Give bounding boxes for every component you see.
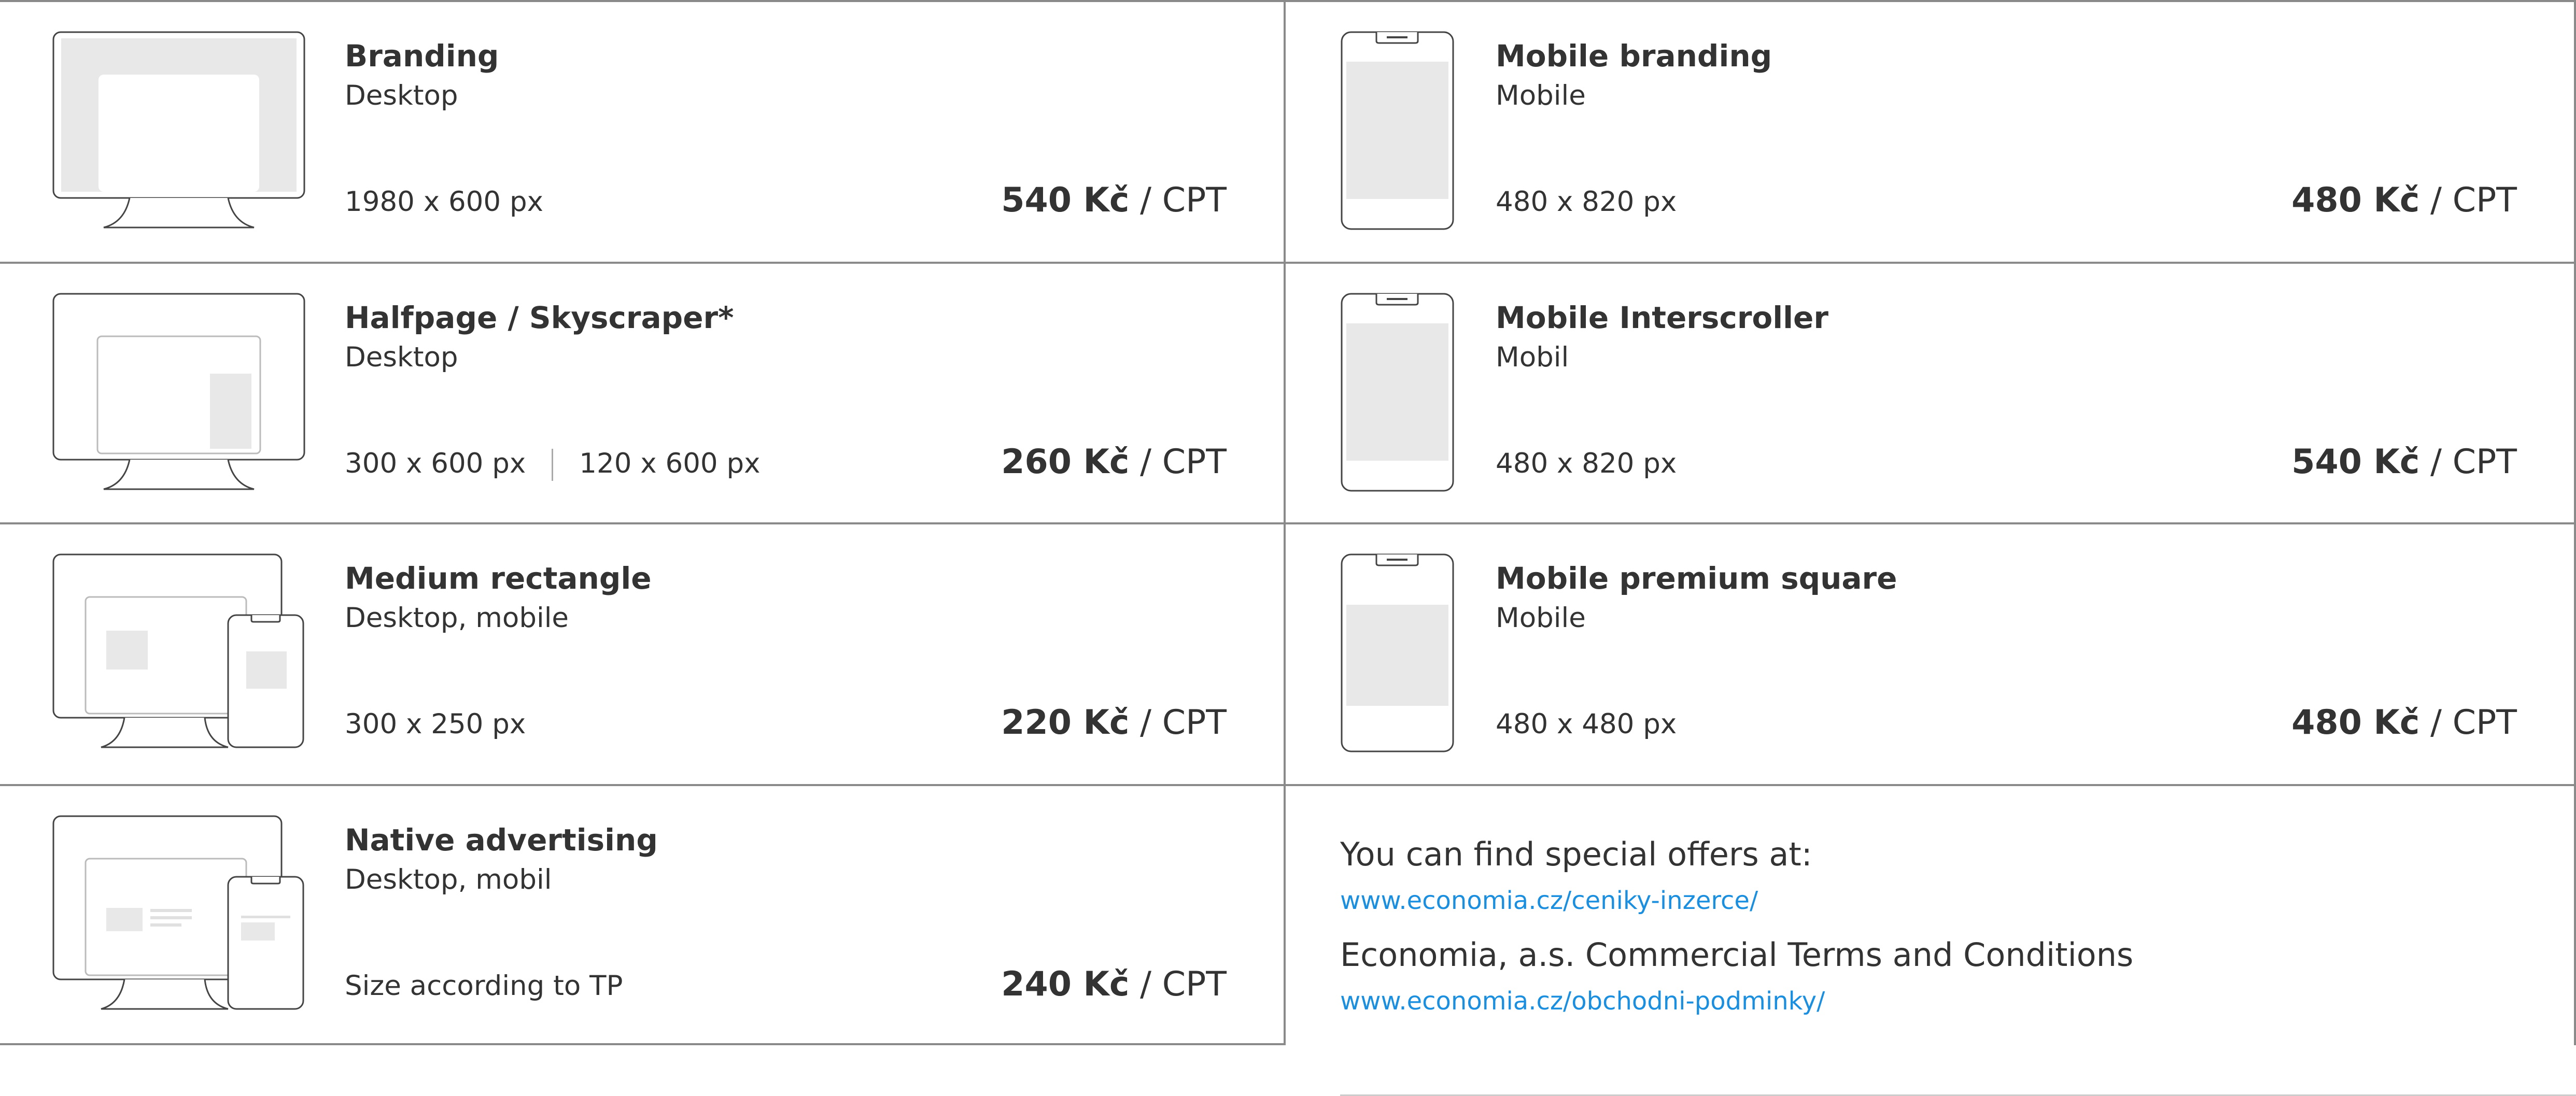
offers-heading: You can find special offers at: <box>1340 835 1812 873</box>
size-value: Size according to TP <box>345 970 623 1002</box>
mobile-square-icon <box>1341 553 1454 752</box>
price-unit: / CPT <box>1140 443 1227 481</box>
product-card-halfpage: Halfpage / Skyscraper* Desktop 300 x 600… <box>0 262 1286 522</box>
product-name: Mobile Interscroller <box>1496 300 1828 335</box>
product-name: Mobile premium square <box>1496 561 1897 596</box>
size-value: 480 x 480 px <box>1496 708 1677 740</box>
terms-link[interactable]: www.economia.cz/obchodni-podminky/ <box>1340 987 2133 1016</box>
product-platform: Desktop, mobil <box>345 864 552 895</box>
product-price: 480 Kč / CPT <box>2291 703 2517 742</box>
product-card-mobile-branding: Mobile branding Mobile 480 x 820 px 480 … <box>1286 0 2576 262</box>
price-value: 240 Kč <box>1001 965 1130 1004</box>
price-unit: / CPT <box>2430 443 2517 481</box>
product-platform: Mobile <box>1496 602 1586 634</box>
size-value: 300 x 600 px <box>345 448 526 479</box>
size-value-alt: 120 x 600 px <box>579 448 761 479</box>
offers-link[interactable]: www.economia.cz/ceniky-inzerce/ <box>1340 886 2133 915</box>
product-platform: Desktop, mobile <box>345 602 569 634</box>
size-divider <box>552 449 554 481</box>
price-unit: / CPT <box>2430 181 2517 220</box>
price-value: 540 Kč <box>1001 181 1130 220</box>
product-price: 260 Kč / CPT <box>1001 443 1227 481</box>
price-value: 540 Kč <box>2291 443 2420 481</box>
mobile-branding-icon <box>1341 31 1454 230</box>
product-name: Branding <box>345 38 499 74</box>
mobile-interscroller-icon <box>1341 293 1454 492</box>
offers-panel: You can find special offers at: www.econ… <box>1286 784 2576 1096</box>
product-size: 300 x 250 px <box>345 708 526 740</box>
price-unit: / CPT <box>1140 965 1227 1004</box>
price-unit: / CPT <box>1140 181 1227 220</box>
product-name: Native advertising <box>345 822 658 858</box>
size-value: 480 x 820 px <box>1496 448 1677 479</box>
product-price: 240 Kč / CPT <box>1001 965 1227 1004</box>
price-unit: / CPT <box>1140 703 1227 742</box>
desktop-halfpage-icon <box>52 293 305 490</box>
terms-heading: Economia, a.s. Commercial Terms and Cond… <box>1340 936 2134 974</box>
price-value: 260 Kč <box>1001 443 1130 481</box>
price-value: 480 Kč <box>2291 181 2420 220</box>
price-value: 480 Kč <box>2291 703 2420 742</box>
product-platform: Mobile <box>1496 80 1586 111</box>
desktop-branding-icon <box>52 31 305 229</box>
product-card-branding: Branding Desktop 1980 x 600 px 540 Kč / … <box>0 0 1286 262</box>
size-value: 300 x 250 px <box>345 708 526 740</box>
product-price: 540 Kč / CPT <box>1001 181 1227 220</box>
desktop-mobile-rectangle-icon <box>52 553 304 748</box>
product-platform: Mobil <box>1496 341 1569 373</box>
product-name: Medium rectangle <box>345 561 652 596</box>
product-size: 480 x 820 px <box>1496 448 1677 479</box>
product-size: 300 x 600 px 120 x 600 px <box>345 448 761 481</box>
product-card-mobile-interscroller: Mobile Interscroller Mobil 480 x 820 px … <box>1286 262 2576 522</box>
product-size: Size according to TP <box>345 970 623 1002</box>
offers-content: You can find special offers at: www.econ… <box>1340 835 2576 1096</box>
size-value: 1980 x 600 px <box>345 186 543 218</box>
product-size: 480 x 820 px <box>1496 186 1677 218</box>
product-name: Halfpage / Skyscraper* <box>345 300 734 335</box>
product-price: 480 Kč / CPT <box>2291 181 2517 220</box>
product-size: 480 x 480 px <box>1496 708 1677 740</box>
price-unit: / CPT <box>2430 703 2517 742</box>
product-name: Mobile branding <box>1496 38 1772 74</box>
price-list: Branding Desktop 1980 x 600 px 540 Kč / … <box>0 0 2576 1096</box>
product-size: 1980 x 600 px <box>345 186 543 218</box>
product-price: 540 Kč / CPT <box>2291 443 2517 481</box>
product-card-native-advertising: Native advertising Desktop, mobil Size a… <box>0 784 1286 1045</box>
product-platform: Desktop <box>345 80 458 111</box>
product-platform: Desktop <box>345 341 458 373</box>
product-price: 220 Kč / CPT <box>1001 703 1227 742</box>
product-card-mobile-premium-square: Mobile premium square Mobile 480 x 480 p… <box>1286 522 2576 784</box>
size-value: 480 x 820 px <box>1496 186 1677 218</box>
product-card-medium-rectangle: Medium rectangle Desktop, mobile 300 x 2… <box>0 522 1286 784</box>
native-advertising-icon <box>52 815 304 1010</box>
price-value: 220 Kč <box>1001 703 1130 742</box>
